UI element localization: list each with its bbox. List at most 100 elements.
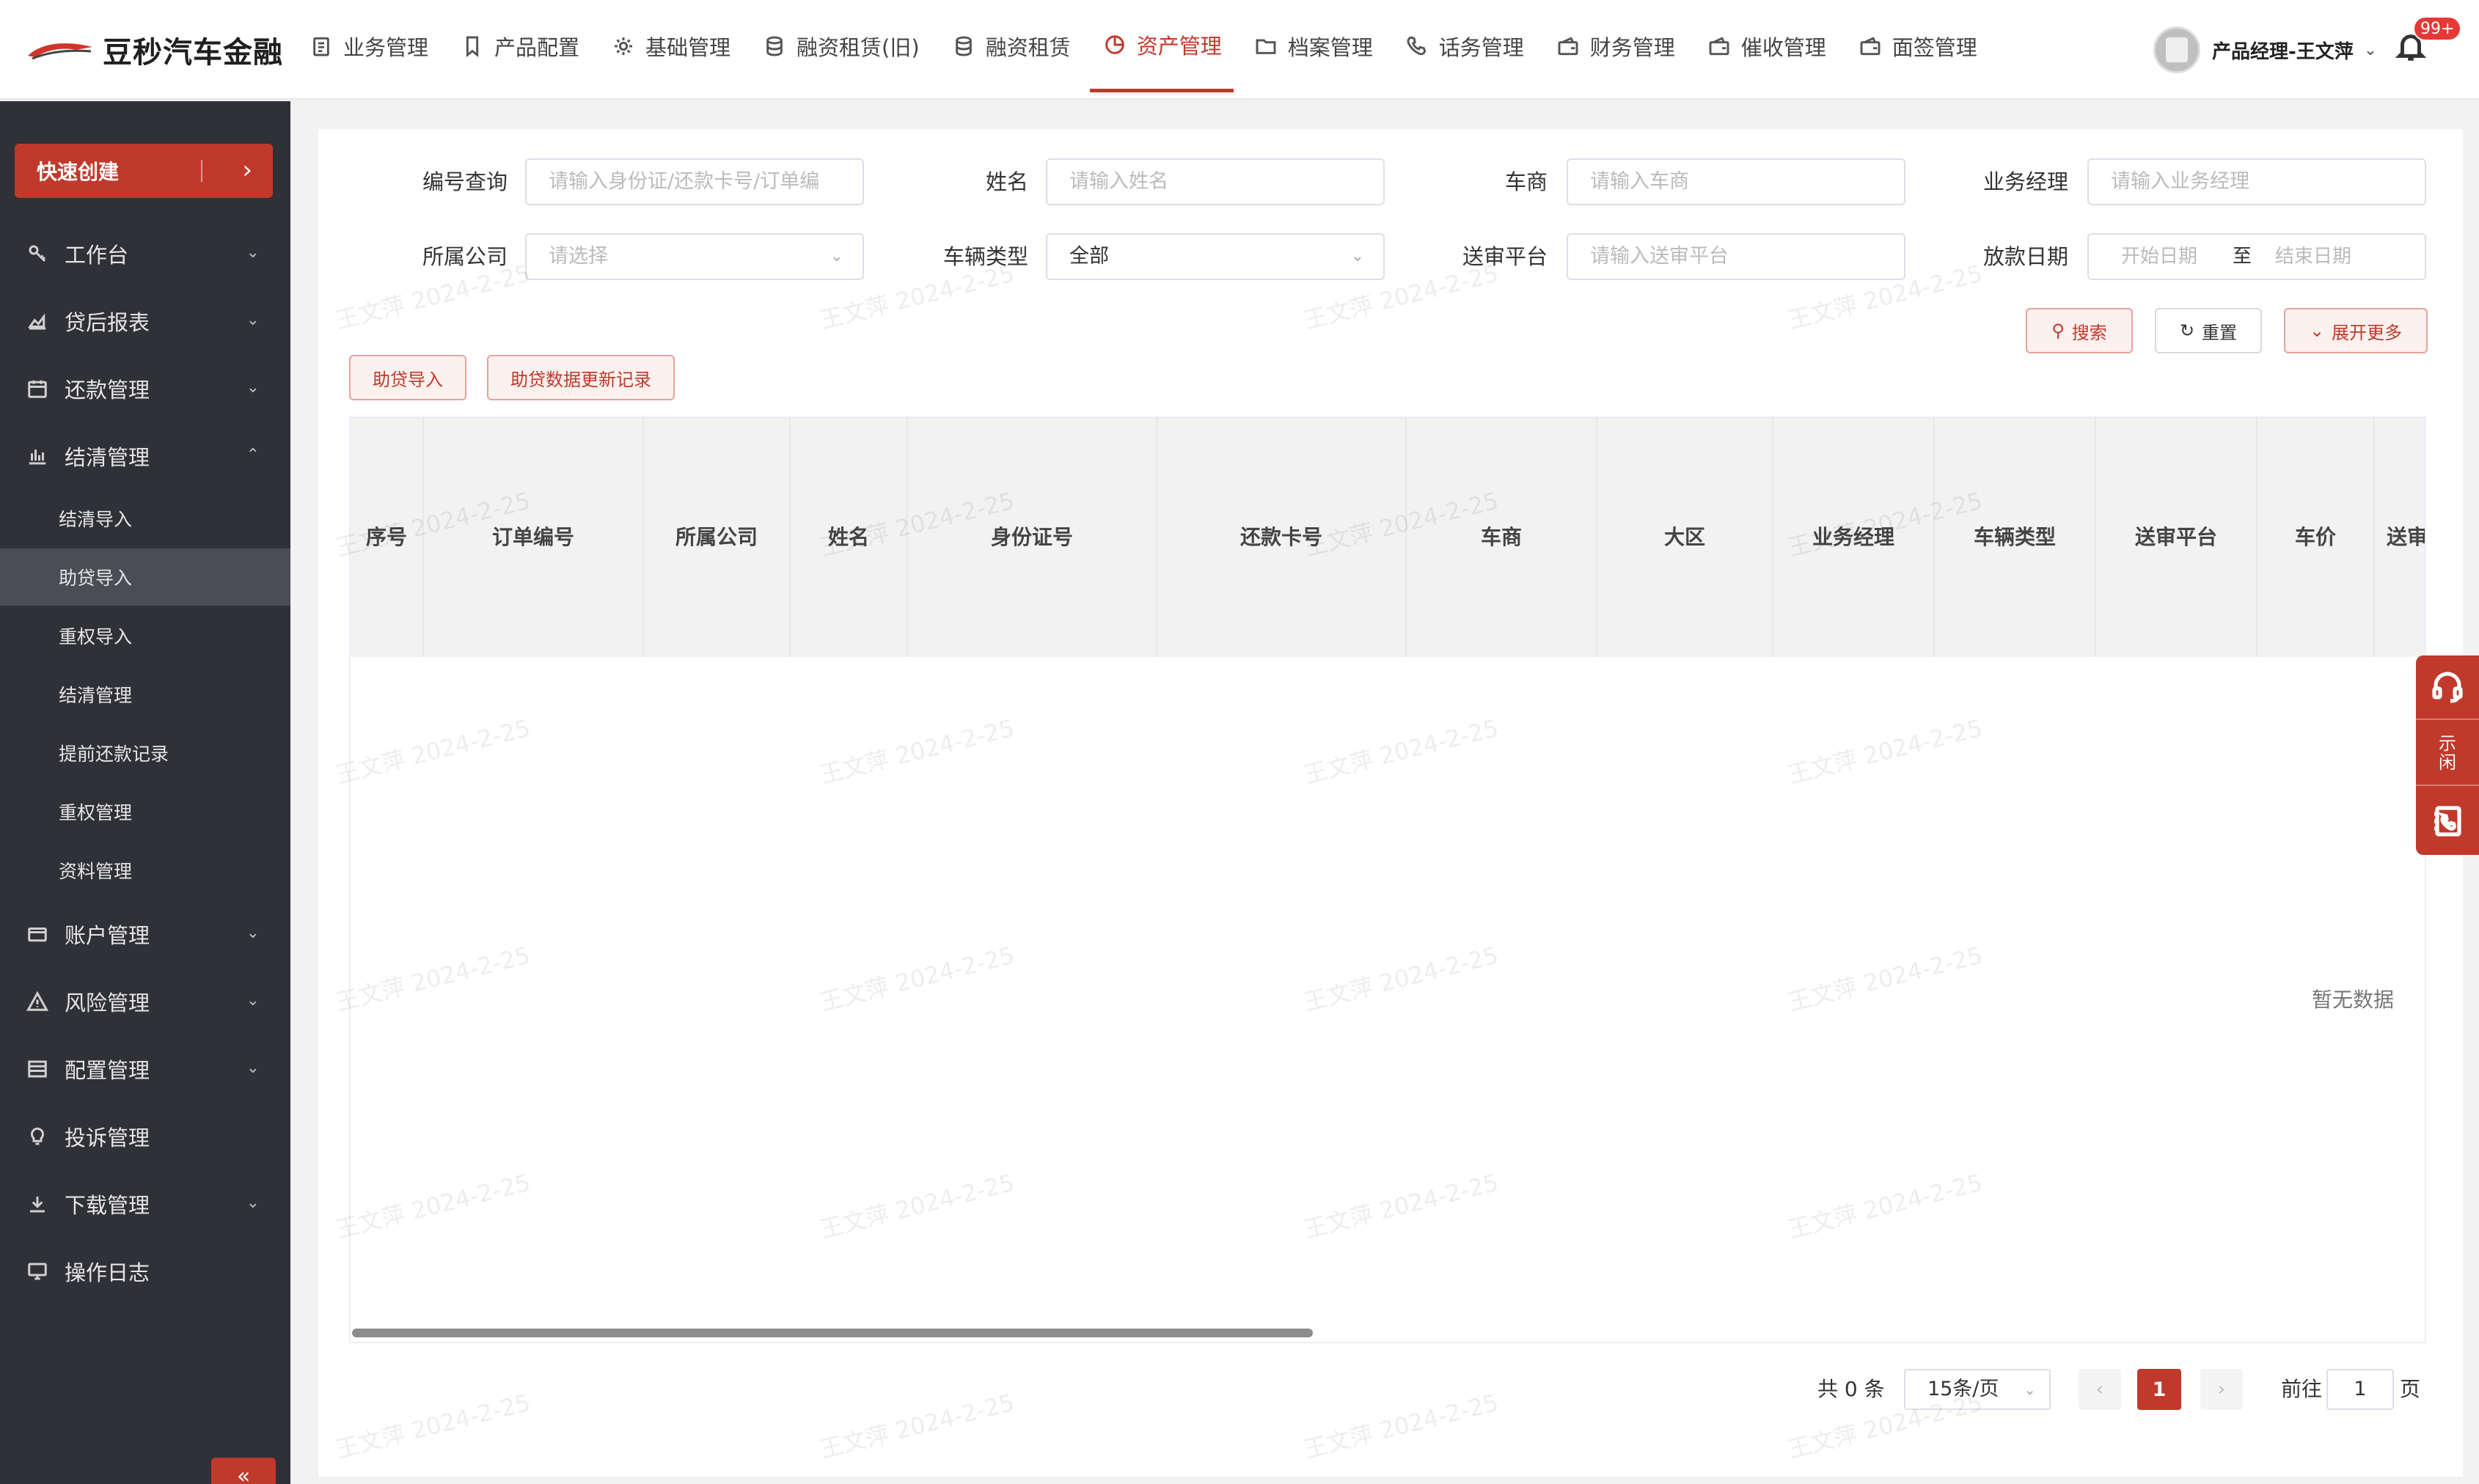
avatar[interactable] — [2153, 26, 2200, 73]
column-header[interactable]: 订单编号 — [424, 418, 644, 657]
idle-status-char: 示 — [2439, 733, 2456, 754]
car-logo-icon — [28, 43, 92, 60]
sidebar-item-account[interactable]: 账户管理 ⌄ — [0, 905, 290, 963]
reset-button[interactable]: ↻ 重置 — [2155, 308, 2262, 353]
sidebar-subitem-rights-import[interactable]: 重权导入 — [0, 607, 290, 664]
sidebar: 快速创建 › 工作台 ⌄ 贷后报表 ⌄ 还款管理 ⌄ 结清管理 ⌃ 结清导入 助… — [0, 101, 290, 1484]
assist-loan-import-button[interactable]: 助贷导入 — [349, 355, 466, 400]
sidebar-item-config[interactable]: 配置管理 ⌄ — [0, 1040, 290, 1098]
sidebar-subitem-settlement-import[interactable]: 结清导入 — [0, 490, 290, 547]
key-icon — [25, 241, 50, 266]
column-header[interactable]: 车价 — [2258, 418, 2375, 657]
chevron-down-icon: ⌄ — [830, 247, 843, 265]
sidebar-subitem-label: 提前还款记录 — [59, 743, 169, 765]
name-input[interactable]: 请输入姓名 — [1046, 158, 1385, 205]
dealer-input[interactable]: 请输入车商 — [1567, 158, 1905, 205]
card-icon — [25, 922, 50, 947]
column-header[interactable]: 序号 — [351, 418, 424, 657]
menu-item-call[interactable]: 话务管理 — [1392, 0, 1536, 92]
wallet-icon — [1857, 33, 1883, 59]
platform-input[interactable]: 请输入送审平台 — [1567, 233, 1905, 280]
column-header[interactable]: 身份证号 — [908, 418, 1157, 657]
expand-more-label: 展开更多 — [2332, 322, 2403, 343]
user-menu[interactable]: 产品经理-王文萍 ⌄ — [2153, 23, 2377, 76]
page-size-select[interactable]: 15条/页 ⌄ — [1904, 1369, 2051, 1410]
menu-item-label: 催收管理 — [1740, 35, 1826, 60]
company-select[interactable]: 请选择 ⌄ — [525, 233, 864, 280]
vehicle-type-select[interactable]: 全部 ⌄ — [1046, 233, 1385, 280]
idle-status-button[interactable]: 示 闲 — [2416, 721, 2479, 786]
sidebar-collapse-button[interactable]: « — [211, 1458, 276, 1484]
menu-item-lease[interactable]: 融资租赁 — [939, 0, 1083, 92]
menu-item-lease-old[interactable]: 融资租赁(旧) — [750, 0, 931, 92]
sidebar-item-risk[interactable]: 风险管理 ⌄ — [0, 972, 290, 1031]
sidebar-item-post-loan-report[interactable]: 贷后报表 ⌄ — [0, 292, 290, 350]
sidebar-subitem-settlement-manage[interactable]: 结清管理 — [0, 666, 290, 723]
start-date-input[interactable]: 开始日期 — [2121, 235, 2197, 279]
menu-item-product-config[interactable]: 产品配置 — [447, 0, 591, 92]
column-header[interactable]: 业务经理 — [1773, 418, 1935, 657]
quick-create-button[interactable]: 快速创建 › — [15, 144, 273, 198]
warning-icon — [25, 989, 50, 1014]
sidebar-item-settlement[interactable]: 结清管理 ⌃ — [0, 427, 290, 485]
goto-page-input[interactable]: 1 — [2326, 1369, 2394, 1410]
chevron-down-icon: ⌄ — [246, 378, 260, 397]
column-header[interactable]: 送审 — [2375, 418, 2425, 657]
headset-icon — [2432, 672, 2463, 703]
manager-input[interactable]: 请输入业务经理 — [2087, 158, 2426, 205]
filter-label-code: 编号查询 — [422, 169, 508, 194]
assist-loan-update-log-button[interactable]: 助贷数据更新记录 — [487, 355, 675, 400]
chevron-up-icon: ⌃ — [246, 446, 260, 464]
search-button[interactable]: ⚲ 搜索 — [2026, 308, 2133, 353]
menu-item-signing[interactable]: 面签管理 — [1845, 0, 1989, 92]
sidebar-item-download[interactable]: 下载管理 ⌄ — [0, 1175, 290, 1233]
customer-service-button[interactable] — [2416, 655, 2479, 720]
sidebar-subitem-assist-loan-import[interactable]: 助贷导入 — [0, 548, 290, 606]
menu-item-archive[interactable]: 档案管理 — [1241, 0, 1385, 92]
column-header[interactable]: 送审平台 — [2096, 418, 2258, 657]
sidebar-item-complaint[interactable]: 投诉管理 — [0, 1107, 290, 1166]
menu-item-asset[interactable]: 资产管理 — [1089, 0, 1234, 92]
sidebar-item-repayment[interactable]: 还款管理 ⌄ — [0, 359, 290, 418]
table-header: 序号 订单编号 所属公司 姓名 身份证号 还款卡号 车商 大区 业务经理 车辆类… — [351, 418, 2425, 657]
filter-label-loan-date: 放款日期 — [1982, 244, 2068, 269]
dial-button[interactable] — [2416, 787, 2479, 855]
sidebar-subitem-label: 资料管理 — [59, 861, 133, 882]
column-header[interactable]: 姓名 — [791, 418, 908, 657]
column-header[interactable]: 还款卡号 — [1157, 418, 1407, 657]
brand-logo[interactable]: 豆秒汽车金融 — [25, 26, 283, 73]
menu-item-collection[interactable]: 催收管理 — [1694, 0, 1838, 92]
menu-item-label: 档案管理 — [1287, 35, 1373, 60]
current-page-button[interactable]: 1 — [2137, 1369, 2181, 1410]
chevron-right-icon: › — [242, 155, 252, 185]
clipboard-icon — [308, 33, 334, 59]
sidebar-item-label: 工作台 — [65, 243, 129, 268]
column-header[interactable]: 所属公司 — [644, 418, 791, 657]
end-date-input[interactable]: 结束日期 — [2275, 235, 2351, 279]
menu-item-label: 业务管理 — [343, 35, 429, 60]
chevron-down-icon: ⌄ — [246, 991, 260, 1010]
sidebar-item-operation-log[interactable]: 操作日志 — [0, 1242, 290, 1301]
code-search-input[interactable]: 请输入身份证/还款卡号/订单编 — [525, 158, 864, 205]
menu-item-label: 融资租赁(旧) — [797, 35, 920, 60]
column-header[interactable]: 车辆类型 — [1935, 418, 2096, 657]
bookmark-icon — [459, 33, 486, 59]
menu-item-finance[interactable]: 财务管理 — [1543, 0, 1687, 92]
sidebar-subitem-rights-manage[interactable]: 重权管理 — [0, 783, 290, 840]
column-header[interactable]: 车商 — [1407, 418, 1597, 657]
next-page-button[interactable]: › — [2200, 1369, 2243, 1410]
loan-date-range[interactable]: 开始日期 至 结束日期 — [2087, 233, 2426, 280]
sidebar-item-label: 下载管理 — [65, 1193, 150, 1218]
sidebar-subitem-early-repayment[interactable]: 提前还款记录 — [0, 724, 290, 782]
prev-page-button[interactable]: ‹ — [2079, 1369, 2121, 1410]
folder-icon — [1253, 33, 1279, 59]
chevron-down-icon: ⌄ — [246, 311, 260, 329]
menu-item-business[interactable]: 业务管理 — [296, 0, 440, 92]
horizontal-scrollbar[interactable] — [352, 1329, 1313, 1337]
column-header[interactable]: 大区 — [1597, 418, 1773, 657]
expand-more-button[interactable]: ⌄ 展开更多 — [2284, 308, 2428, 353]
sidebar-item-workbench[interactable]: 工作台 ⌄ — [0, 224, 290, 283]
menu-item-basic[interactable]: 基础管理 — [598, 0, 742, 92]
menu-item-label: 财务管理 — [1589, 35, 1675, 60]
sidebar-subitem-documents[interactable]: 资料管理 — [0, 842, 290, 899]
